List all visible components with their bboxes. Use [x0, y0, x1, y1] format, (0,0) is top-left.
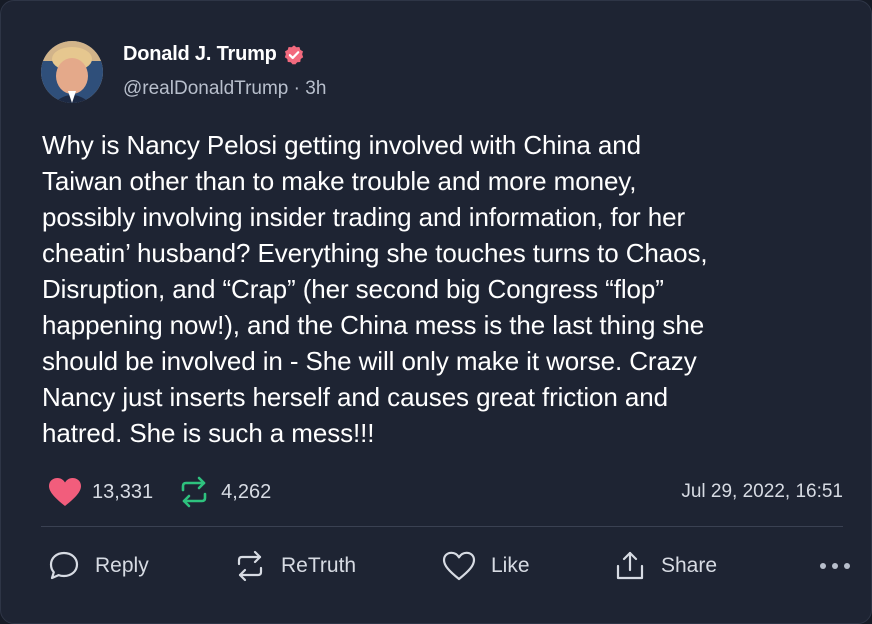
speech-bubble-icon — [47, 549, 95, 583]
avatar[interactable] — [41, 41, 103, 103]
verified-badge-icon — [283, 44, 305, 66]
likes-count: 13,331 — [92, 480, 154, 503]
reply-label: Reply — [95, 554, 149, 577]
author-row: Donald J. Trump — [123, 43, 305, 66]
heart-outline-icon — [441, 550, 491, 582]
share-button[interactable]: Share — [613, 543, 717, 589]
retruth-outline-icon — [233, 549, 281, 583]
handle-separator: · — [293, 78, 300, 99]
retruths-count: 4,262 — [221, 480, 272, 503]
like-button[interactable]: Like — [441, 543, 530, 589]
post-stats: 13,331 4,262 — [47, 475, 271, 509]
post-card: Donald J. Trump @realDonaldTrump · 3h Wh… — [0, 0, 872, 624]
retruth-button[interactable]: ReTruth — [233, 543, 356, 589]
reply-button[interactable]: Reply — [47, 543, 149, 589]
divider — [41, 526, 843, 527]
handle-row: @realDonaldTrump · 3h — [123, 78, 326, 100]
more-dots-icon[interactable] — [820, 543, 850, 589]
retruth-label: ReTruth — [281, 554, 357, 577]
retruth-icon — [177, 475, 211, 509]
time-ago[interactable]: 3h — [305, 78, 326, 99]
author-handle[interactable]: @realDonaldTrump — [123, 78, 288, 99]
retruths-stat[interactable]: 4,262 — [177, 475, 271, 509]
share-label: Share — [661, 554, 718, 577]
action-bar: Reply ReTruth Like Share — [47, 543, 850, 589]
post-text: Why is Nancy Pelosi getting involved wit… — [42, 130, 708, 448]
heart-icon — [47, 476, 83, 508]
likes-stat[interactable]: 13,331 — [47, 476, 153, 508]
like-label: Like — [491, 554, 530, 577]
post-timestamp[interactable]: Jul 29, 2022, 16:51 — [681, 481, 843, 503]
share-icon — [613, 549, 661, 583]
author-name[interactable]: Donald J. Trump — [123, 43, 277, 66]
